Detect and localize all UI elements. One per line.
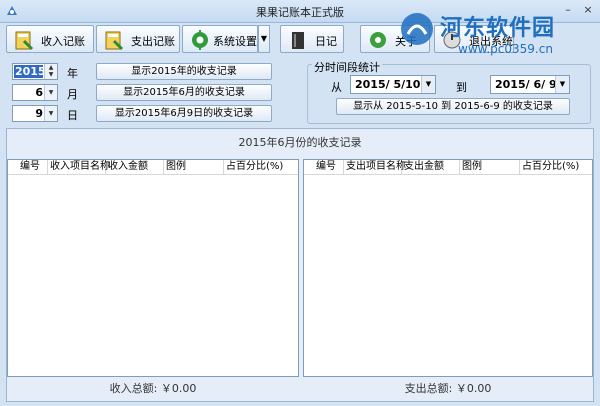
settings-label: 系统设置 [213, 35, 257, 48]
show-year-records-button[interactable]: 显示2015年的收支记录 [96, 63, 272, 80]
income-entry-label: 收入记账 [41, 35, 85, 48]
month-unit: 月 [67, 88, 78, 101]
show-day-records-button[interactable]: 显示2015年6月9日的收支记录 [96, 105, 272, 122]
year-spinner[interactable]: 2015 ▲ ▼ [12, 63, 58, 80]
expense-col-amount[interactable]: 支出金额 [402, 160, 460, 174]
day-combo[interactable]: 9 ▼ [12, 105, 58, 122]
day-value: 9 [35, 107, 43, 120]
records-section-title: 2015年6月份的收支记录 [238, 136, 362, 149]
month-value: 6 [35, 86, 43, 99]
watermark-logo-icon [401, 13, 433, 45]
diary-label: 日记 [315, 35, 337, 48]
expense-total: 支出总额: ￥0.00 [404, 382, 492, 395]
expense-col-name[interactable]: 支出项目名称 [344, 160, 406, 174]
watermark: 河东软件园 www.pc0359.cn [398, 6, 598, 62]
diary-button[interactable]: 日记 [280, 25, 344, 53]
expense-book-icon [105, 31, 124, 51]
income-entry-button[interactable]: 收入记账 [6, 25, 94, 53]
to-date-dropdown-arrow[interactable]: ▼ [555, 76, 569, 93]
expense-col-id[interactable]: 编号 [314, 160, 344, 174]
year-unit: 年 [67, 67, 78, 80]
day-dropdown-arrow[interactable]: ▼ [44, 106, 57, 121]
from-label: 从 [331, 81, 342, 94]
to-label: 到 [456, 81, 467, 94]
about-gear-icon [370, 32, 386, 48]
settings-dropdown-arrow[interactable]: ▼ [258, 25, 270, 53]
from-date-dropdown-arrow[interactable]: ▼ [421, 76, 435, 93]
income-list[interactable]: 编号 收入项目名称 收入金额 图例 占百分比(%) [7, 159, 299, 377]
expense-entry-label: 支出记账 [131, 35, 175, 48]
expense-col-legend[interactable]: 图例 [460, 160, 520, 174]
expense-col-percent[interactable]: 占百分比(%) [520, 160, 592, 174]
watermark-name: 河东软件园 [440, 15, 556, 41]
diary-book-icon [292, 32, 304, 49]
watermark-url: www.pc0359.cn [458, 42, 553, 56]
income-col-name[interactable]: 收入项目名称 [48, 160, 110, 174]
expense-list[interactable]: 编号 支出项目名称 支出金额 图例 占百分比(%) [303, 159, 593, 377]
income-book-icon [15, 31, 34, 51]
show-month-records-button[interactable]: 显示2015年6月的收支记录 [96, 84, 272, 101]
expense-list-header: 编号 支出项目名称 支出金额 图例 占百分比(%) [304, 160, 592, 175]
income-col-percent[interactable]: 占百分比(%) [224, 160, 298, 174]
income-col-legend[interactable]: 图例 [164, 160, 224, 174]
range-group-label: 分时间段统计 [312, 59, 382, 75]
records-panel: 2015年6月份的收支记录 编号 收入项目名称 收入金额 图例 占百分比(%) … [6, 128, 594, 402]
income-col-amount[interactable]: 收入金额 [106, 160, 164, 174]
year-spin-arrows[interactable]: ▲ ▼ [44, 64, 57, 79]
income-total: 收入总额: ￥0.00 [109, 382, 197, 395]
month-combo[interactable]: 6 ▼ [12, 84, 58, 101]
day-unit: 日 [67, 109, 78, 122]
income-col-id[interactable]: 编号 [18, 160, 48, 174]
gear-icon [192, 30, 208, 50]
year-value: 2015 [14, 65, 46, 78]
to-date-picker[interactable]: 2015/ 6/ 9 星期 ▼ [490, 75, 570, 94]
from-date-picker[interactable]: 2015/ 5/10 星期 ▼ [350, 75, 436, 94]
settings-button[interactable]: 系统设置 [182, 25, 258, 53]
show-range-records-button[interactable]: 显示从 2015-5-10 到 2015-6-9 的收支记录 [336, 98, 570, 115]
expense-entry-button[interactable]: 支出记账 [96, 25, 180, 53]
month-dropdown-arrow[interactable]: ▼ [44, 85, 57, 100]
income-list-header: 编号 收入项目名称 收入金额 图例 占百分比(%) [8, 160, 298, 175]
